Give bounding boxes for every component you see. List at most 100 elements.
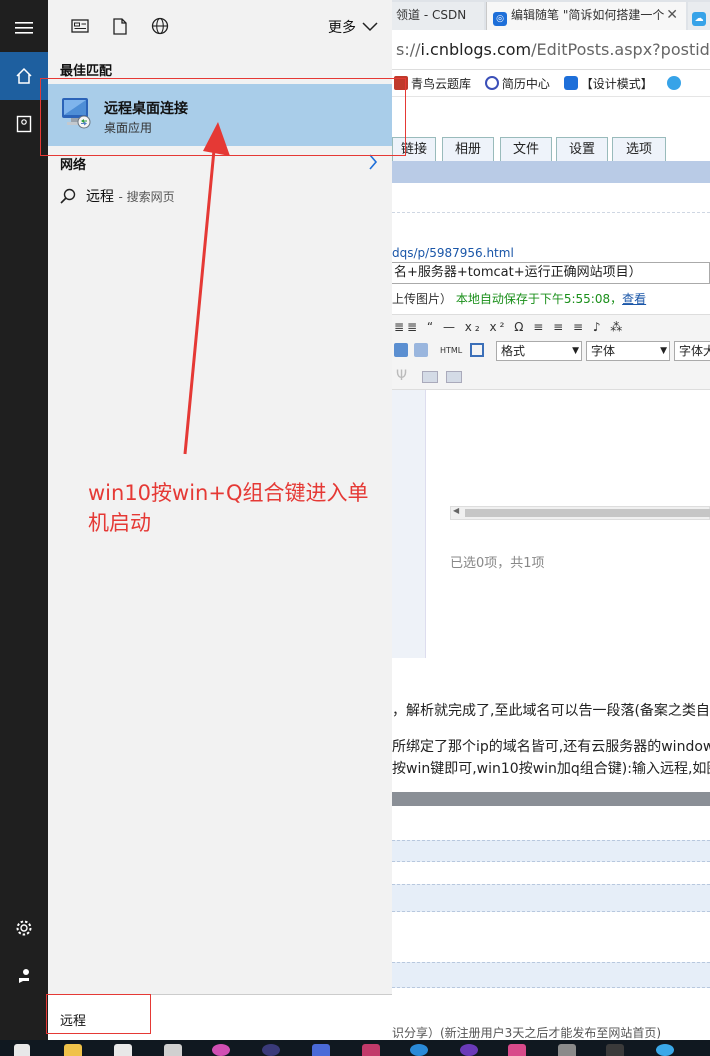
preview-icon[interactable]	[470, 343, 484, 357]
editor-toolbar-row-2: HTML 格式 ▼ 字体 ▼ 字体大	[392, 338, 710, 364]
annotation-text: win10按win+Q组合键进入单机启动	[88, 481, 369, 535]
browser-tab-overview[interactable]: ☁	[688, 2, 710, 30]
browser-tab-edit-post[interactable]: ◎ 编辑随笔 "简诉如何搭建一个 ✕	[486, 2, 686, 30]
form-section	[392, 884, 710, 912]
app-icon[interactable]	[558, 1044, 576, 1056]
browser-tab-csdn[interactable]: 领道 - CSDN	[392, 2, 484, 30]
autosave-status: 上传图片） 本地自动保存于下午5:55:08，查看	[392, 290, 646, 307]
image-icon[interactable]	[394, 343, 408, 357]
font-size-select[interactable]: 字体大	[674, 341, 710, 361]
bookmark-label: 【设计模式】	[580, 77, 653, 91]
selection-count: 已选0项，共1项	[450, 556, 545, 571]
post-title-input[interactable]: 名+服务器+tomcat+运行正确网站项目）	[392, 262, 710, 284]
flash-icon[interactable]	[414, 343, 428, 357]
content-line: 按win键即可,win10按win加q组合键):输入远程,如图	[392, 761, 710, 777]
tab-files[interactable]: 文件	[500, 137, 552, 161]
filter-web-button[interactable]	[148, 14, 172, 38]
notepad-icon[interactable]	[164, 1044, 182, 1056]
editor-format-buttons[interactable]: ≣≣ “ — x₂ x² Ω ≡ ≡ ≡ ♪ ⁂	[394, 320, 625, 334]
filter-apps-button[interactable]	[68, 14, 92, 38]
chevron-down-icon: ▼	[660, 346, 667, 356]
best-match-header: 最佳匹配	[60, 64, 113, 79]
tab-options[interactable]: 选项	[612, 137, 666, 161]
font-select[interactable]: 字体 ▼	[586, 341, 670, 361]
bookmark-item[interactable]: 【设计模式】	[563, 71, 653, 97]
post-url-link[interactable]: dqs/p/5987956.html	[392, 246, 514, 260]
section-header-bar	[392, 161, 710, 183]
screen: 领道 - CSDN ◎ 编辑随笔 "简诉如何搭建一个 ✕ ☁ s://i.cnbl…	[0, 0, 710, 1056]
cnblogs-icon	[563, 76, 578, 90]
annotation-arrow	[183, 122, 230, 455]
form-section	[392, 840, 710, 862]
table-icon[interactable]	[422, 371, 438, 383]
scroll-left-icon[interactable]: ◀	[453, 506, 459, 515]
windows-start-icon[interactable]	[14, 1044, 30, 1056]
app-icon[interactable]	[262, 1044, 280, 1056]
form-section	[392, 962, 710, 988]
annotation-search-box	[46, 994, 151, 1034]
hamburger-icon	[15, 22, 33, 34]
editor-content-area[interactable]: ◀ 已选0项，共1项	[392, 390, 710, 658]
document-icon	[113, 17, 127, 35]
start-menu-rail	[0, 0, 48, 1040]
more-label: 更多	[328, 20, 356, 36]
file-explorer-icon[interactable]	[64, 1044, 82, 1056]
settings-button[interactable]	[0, 904, 48, 952]
bookmark-item[interactable]: 简历中心	[484, 71, 550, 97]
hamburger-menu-button[interactable]	[0, 4, 48, 52]
more-filters-button[interactable]: 更多	[328, 17, 378, 37]
format-select-value: 格式	[501, 344, 526, 358]
app-icon[interactable]	[460, 1044, 478, 1056]
bookmarks-bar: 青鸟云题库 简历中心 【设计模式】	[392, 71, 710, 97]
store-icon[interactable]	[114, 1044, 132, 1056]
app-icon[interactable]	[362, 1044, 380, 1056]
tab-settings[interactable]: 设置	[556, 137, 608, 161]
notebook-icon	[16, 115, 32, 133]
address-path: /EditPosts.aspx?postid=598	[531, 40, 710, 59]
app-icon[interactable]	[606, 1044, 624, 1056]
chevron-right-icon[interactable]	[368, 154, 378, 170]
bookmark-label: 青鸟云题库	[411, 77, 472, 91]
web-search-result[interactable]: 远程 - 搜索网页	[60, 186, 175, 206]
page-header-space	[392, 97, 710, 137]
address-bar[interactable]: s://i.cnblogs.com/EditPosts.aspx?postid=…	[392, 30, 710, 70]
bookmark-item[interactable]	[666, 71, 684, 97]
app-icon[interactable]	[656, 1044, 674, 1056]
font-select-value: 字体	[591, 344, 616, 358]
taskbar	[0, 1040, 710, 1056]
cnblogs-icon: ◎	[493, 12, 507, 26]
feedback-button[interactable]	[0, 952, 48, 1000]
post-nav-tabs: 链接 相册 文件 设置 选项	[392, 137, 710, 161]
app-icon[interactable]	[312, 1044, 330, 1056]
browser-tab-bar: 领道 - CSDN ◎ 编辑随笔 "简诉如何搭建一个 ✕ ☁	[392, 0, 710, 30]
view-autosave-link[interactable]: 查看	[622, 292, 646, 306]
pin-icon[interactable]: Ψ	[396, 368, 407, 384]
table-icon[interactable]	[446, 371, 462, 383]
scrollbar-thumb[interactable]	[465, 509, 710, 517]
app-icon[interactable]	[410, 1044, 428, 1056]
browser-tab-label: 编辑随笔 "简诉如何搭建一个	[511, 8, 665, 22]
tab-albums[interactable]: 相册	[442, 137, 494, 161]
cloud-icon: ☁	[692, 12, 706, 26]
upload-hint: 上传图片）	[392, 292, 453, 306]
horizontal-scrollbar[interactable]: ◀	[450, 506, 710, 520]
address-scheme: s://	[396, 40, 421, 59]
font-size-select-value: 字体大	[679, 344, 710, 358]
format-select[interactable]: 格式 ▼	[496, 341, 582, 361]
search-icon	[60, 188, 76, 204]
home-icon	[16, 67, 32, 84]
filter-documents-button[interactable]	[108, 14, 132, 38]
app-icon[interactable]	[212, 1044, 230, 1056]
browser-tab-label: 领道 - CSDN	[396, 8, 467, 22]
html-icon[interactable]: HTML	[440, 346, 462, 355]
editor-divider	[392, 792, 710, 806]
content-line: 所绑定了那个ip的域名皆可,还有云服务器的windows	[392, 739, 710, 755]
network-header: 网络	[60, 158, 87, 173]
close-tab-icon[interactable]: ✕	[666, 2, 678, 28]
apps-icon	[71, 19, 89, 33]
app-icon[interactable]	[508, 1044, 526, 1056]
browser-window: 领道 - CSDN ◎ 编辑随笔 "简诉如何搭建一个 ✕ ☁ s://i.cnbl…	[392, 0, 710, 1040]
chevron-down-icon	[362, 22, 378, 32]
chevron-down-icon: ▼	[572, 346, 579, 356]
globe-icon	[484, 76, 499, 90]
